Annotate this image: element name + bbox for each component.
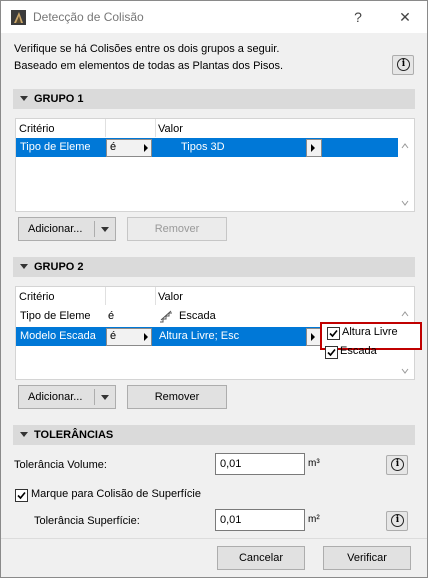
row-valor: Altura Livre; Esc xyxy=(159,330,240,342)
split-separator xyxy=(94,221,95,237)
operator-selector[interactable]: é xyxy=(106,328,152,346)
group2-add-button[interactable]: Adicionar... xyxy=(18,385,116,409)
volume-tolerance-input[interactable]: 0,01 xyxy=(215,453,305,475)
intro-line-2: Baseado em elementos de todas as Plantas… xyxy=(14,60,284,72)
tolerances-section-header[interactable]: TOLERÂNCIAS xyxy=(13,425,415,445)
group2-col-valor: Valor xyxy=(158,291,183,303)
surface-unit: m² xyxy=(308,514,320,525)
surface-tolerance-value: 0,01 xyxy=(220,514,242,526)
collapse-triangle-icon xyxy=(20,96,28,101)
volume-info-button[interactable]: i xyxy=(386,455,408,475)
surface-tolerance-input[interactable]: 0,01 xyxy=(215,509,305,531)
dropdown-arrow-icon[interactable] xyxy=(101,227,109,232)
column-divider xyxy=(155,287,156,305)
collision-detection-dialog: Detecção de Colisão ? ✕ Verifique se há … xyxy=(0,0,428,578)
value-selector-button[interactable] xyxy=(306,139,322,157)
row-operator: é xyxy=(108,310,115,322)
verify-button[interactable]: Verificar xyxy=(323,546,411,570)
info-icon: i xyxy=(391,514,404,527)
checkmark-icon xyxy=(17,491,26,500)
row-criterio: Tipo de Eleme xyxy=(20,141,91,153)
row-criterio: Modelo Escada xyxy=(20,330,96,342)
group1-header-label: GRUPO 1 xyxy=(34,93,84,105)
group2-remove-button[interactable]: Remover xyxy=(127,385,227,409)
info-icon: i xyxy=(397,58,410,71)
footer-divider xyxy=(1,538,427,539)
group1-col-valor: Valor xyxy=(158,123,183,135)
scroll-up-icon[interactable] xyxy=(401,310,409,318)
volume-tolerance-value: 0,01 xyxy=(220,458,242,470)
checklist-label: Escada xyxy=(340,345,377,357)
row-criterio: Tipo de Eleme xyxy=(20,310,91,322)
operator-label: é xyxy=(110,330,117,342)
close-button[interactable]: ✕ xyxy=(395,8,415,26)
info-icon: i xyxy=(391,458,404,471)
checkbox[interactable] xyxy=(327,327,340,340)
add-button-label: Adicionar... xyxy=(28,391,83,403)
group1-remove-button[interactable]: Remover xyxy=(127,217,227,241)
window-title: Detecção de Colisão xyxy=(33,10,144,24)
split-separator xyxy=(94,389,95,405)
group2-header-label: GRUPO 2 xyxy=(34,261,84,273)
group1-add-button[interactable]: Adicionar... xyxy=(18,217,116,241)
group1-section-header[interactable]: GRUPO 1 xyxy=(13,89,415,109)
surface-collision-label: Marque para Colisão de Superfície xyxy=(31,488,201,500)
column-divider xyxy=(155,119,156,137)
operator-selector[interactable]: é xyxy=(106,139,152,157)
surface-collision-checkbox-row[interactable]: Marque para Colisão de Superfície xyxy=(15,488,255,502)
group2-section-header[interactable]: GRUPO 2 xyxy=(13,257,415,277)
table-row[interactable]: Tipo de Eleme é Tipos 3D xyxy=(16,138,398,157)
app-icon xyxy=(11,10,26,25)
row-valor: Escada xyxy=(179,310,216,322)
group1-col-criterio: Critério xyxy=(19,123,55,135)
operator-label: é xyxy=(110,141,117,153)
scroll-down-icon[interactable] xyxy=(401,199,409,207)
scroll-down-icon[interactable] xyxy=(401,367,409,375)
checklist-item-escada[interactable]: Escada xyxy=(325,345,415,359)
checkmark-icon xyxy=(329,329,338,338)
collapse-triangle-icon xyxy=(20,264,28,269)
arrow-right-icon xyxy=(311,144,315,152)
arrow-right-icon xyxy=(311,333,315,341)
dropdown-arrow-icon[interactable] xyxy=(101,395,109,400)
row-valor: Tipos 3D xyxy=(181,141,225,153)
checkbox[interactable] xyxy=(325,346,338,359)
title-bar: Detecção de Colisão ? ✕ xyxy=(1,1,427,33)
checklist-item-altura-livre[interactable]: Altura Livre xyxy=(327,326,415,340)
checklist-label: Altura Livre xyxy=(342,326,398,338)
collapse-triangle-icon xyxy=(20,432,28,437)
arrow-right-icon xyxy=(144,333,148,341)
arrow-right-icon xyxy=(144,144,148,152)
surface-info-button[interactable]: i xyxy=(386,511,408,531)
column-divider xyxy=(105,287,106,305)
add-button-label: Adicionar... xyxy=(28,223,83,235)
surface-tolerance-label: Tolerância Superfície: xyxy=(34,515,140,527)
column-divider xyxy=(105,119,106,137)
volume-unit: m³ xyxy=(308,458,320,469)
cancel-button[interactable]: Cancelar xyxy=(217,546,305,570)
help-button[interactable]: ? xyxy=(348,8,368,26)
intro-line-1: Verifique se há Colisões entre os dois g… xyxy=(14,43,280,55)
group2-col-criterio: Critério xyxy=(19,291,55,303)
stair-icon xyxy=(160,310,172,323)
tolerances-header-label: TOLERÂNCIAS xyxy=(34,429,114,441)
group1-criteria-table: Critério Valor Tipo de Eleme é Tipos 3D xyxy=(15,118,415,212)
volume-tolerance-label: Tolerância Volume: xyxy=(14,459,107,471)
checkmark-icon xyxy=(327,348,336,357)
surface-collision-checkbox[interactable] xyxy=(15,489,28,502)
info-button[interactable]: i xyxy=(392,55,414,75)
scroll-up-icon[interactable] xyxy=(401,142,409,150)
